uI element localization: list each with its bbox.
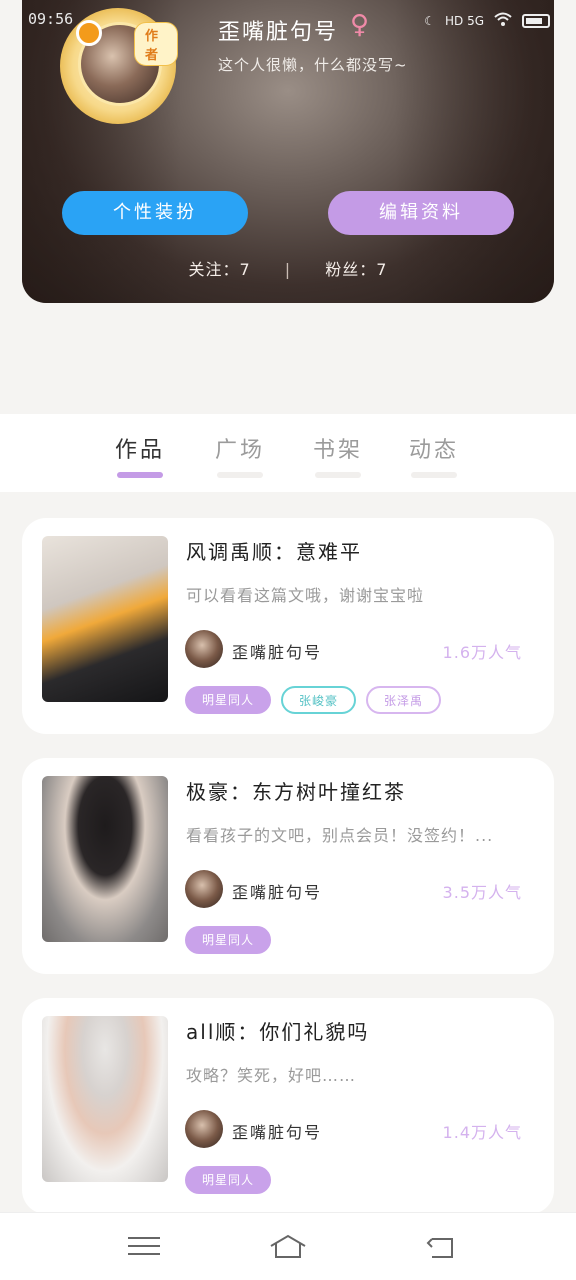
stat-value: 194 — [107, 361, 145, 383]
profile-page: 09:56 ☾ HD 5G 作者 歪嘴脏句号 ♀ 这个人很懒，什么都没写~ 个性… — [0, 0, 576, 1280]
tag[interactable]: 明星同人 — [185, 686, 272, 714]
tab-activity[interactable]: 动态 — [398, 432, 470, 478]
tag[interactable]: 张峻豪 — [281, 686, 357, 714]
tag[interactable]: 明星同人 — [185, 926, 272, 954]
tab-bar: 作品 广场 书架 动态 — [0, 414, 576, 492]
tab-label: 书架 — [312, 438, 363, 463]
status-bar: 09:56 ☾ HD 5G — [0, 0, 576, 40]
author-avatar — [185, 630, 223, 668]
profile-header: 作者 歪嘴脏句号 ♀ 这个人很懒，什么都没写~ 个性装扮 编辑资料 关注：7 |… — [22, 0, 554, 303]
tab-label: 广场 — [214, 438, 265, 463]
home-icon[interactable] — [268, 1231, 308, 1263]
stat-value: 3 — [443, 361, 457, 383]
divider: | — [284, 260, 292, 279]
tab-indicator — [315, 472, 361, 478]
work-card[interactable]: 风调禹顺：意难平 可以看看这篇文哦，谢谢宝宝啦 歪嘴脏句号 1.6万人气 明星同… — [22, 518, 554, 734]
work-description: 看看孩子的文吧，别点会员！没签约！... — [186, 826, 494, 845]
following-count[interactable]: 关注：7 — [189, 260, 251, 279]
tab-indicator — [411, 472, 457, 478]
system-navigation-bar — [0, 1212, 576, 1280]
network-indicator: HD 5G — [444, 13, 484, 28]
author-avatar — [185, 870, 223, 908]
author-avatar — [185, 1110, 223, 1148]
tag-list: 明星同人 — [185, 1166, 272, 1194]
stat-label: 创作字数 — [255, 336, 320, 354]
work-title[interactable]: all顺：你们礼貌吗 — [186, 1016, 369, 1045]
popularity-count: 1.6万人气 — [442, 643, 522, 662]
author-name: 歪嘴脏句号 — [232, 643, 323, 662]
tag[interactable]: 张泽禹 — [366, 686, 442, 714]
status-icons: ☾ HD 5G — [424, 12, 550, 29]
battery-icon — [522, 13, 550, 28]
popularity-count: 1.4万人气 — [442, 1123, 522, 1142]
work-cover[interactable] — [42, 536, 168, 702]
tag-list: 明星同人 张峻豪 张泽禹 — [185, 686, 442, 714]
stat-label: 作品数量 — [417, 336, 482, 354]
tab-square[interactable]: 广场 — [204, 432, 276, 478]
work-title[interactable]: 风调禹顺：意难平 — [186, 536, 362, 565]
stat-label: 加入天数 — [93, 336, 158, 354]
work-card[interactable]: all顺：你们礼貌吗 攻略？笑死，好吧…… 歪嘴脏句号 1.4万人气 明星同人 — [22, 998, 554, 1214]
moon-icon: ☾ — [424, 13, 435, 28]
edit-profile-button[interactable]: 编辑资料 — [328, 191, 514, 235]
stat-join-days: 加入天数 194 — [56, 334, 196, 383]
followers-count[interactable]: 粉丝：7 — [325, 260, 387, 279]
stat-works-count: 作品数量 3 — [380, 334, 520, 383]
menu-icon[interactable] — [124, 1231, 164, 1263]
work-description: 攻略？笑死，好吧…… — [186, 1066, 357, 1085]
work-card[interactable]: 极豪：东方树叶撞红茶 看看孩子的文吧，别点会员！没签约！... 歪嘴脏句号 3.… — [22, 758, 554, 974]
popularity-count: 3.5万人气 — [442, 883, 522, 902]
work-title[interactable]: 极豪：东方树叶撞红茶 — [186, 776, 406, 805]
tab-indicator — [117, 472, 163, 478]
tab-label: 作品 — [114, 438, 165, 463]
personalize-button[interactable]: 个性装扮 — [62, 191, 248, 235]
tag[interactable]: 明星同人 — [185, 1166, 272, 1194]
user-bio: 这个人很懒，什么都没写~ — [218, 56, 408, 74]
tab-works[interactable]: 作品 — [104, 432, 176, 478]
tab-indicator — [217, 472, 263, 478]
wifi-icon — [494, 12, 512, 29]
stat-value: 1.2万 — [263, 365, 313, 387]
work-cover[interactable] — [42, 1016, 168, 1182]
tab-label: 动态 — [408, 438, 459, 463]
follow-stats: 关注：7 | 粉丝：7 — [22, 256, 554, 280]
author-name: 歪嘴脏句号 — [232, 883, 323, 902]
tab-bookshelf[interactable]: 书架 — [302, 432, 374, 478]
work-description: 可以看看这篇文哦，谢谢宝宝啦 — [186, 586, 425, 605]
tag-list: 明星同人 — [185, 926, 272, 954]
stat-word-count: 创作字数 1.2万 — [218, 334, 358, 388]
back-icon[interactable] — [420, 1231, 460, 1263]
author-name: 歪嘴脏句号 — [232, 1123, 323, 1142]
stats-card: 加入天数 194 创作字数 1.2万 作品数量 3 — [46, 290, 530, 414]
work-cover[interactable] — [42, 776, 168, 942]
status-time: 09:56 — [28, 10, 74, 28]
